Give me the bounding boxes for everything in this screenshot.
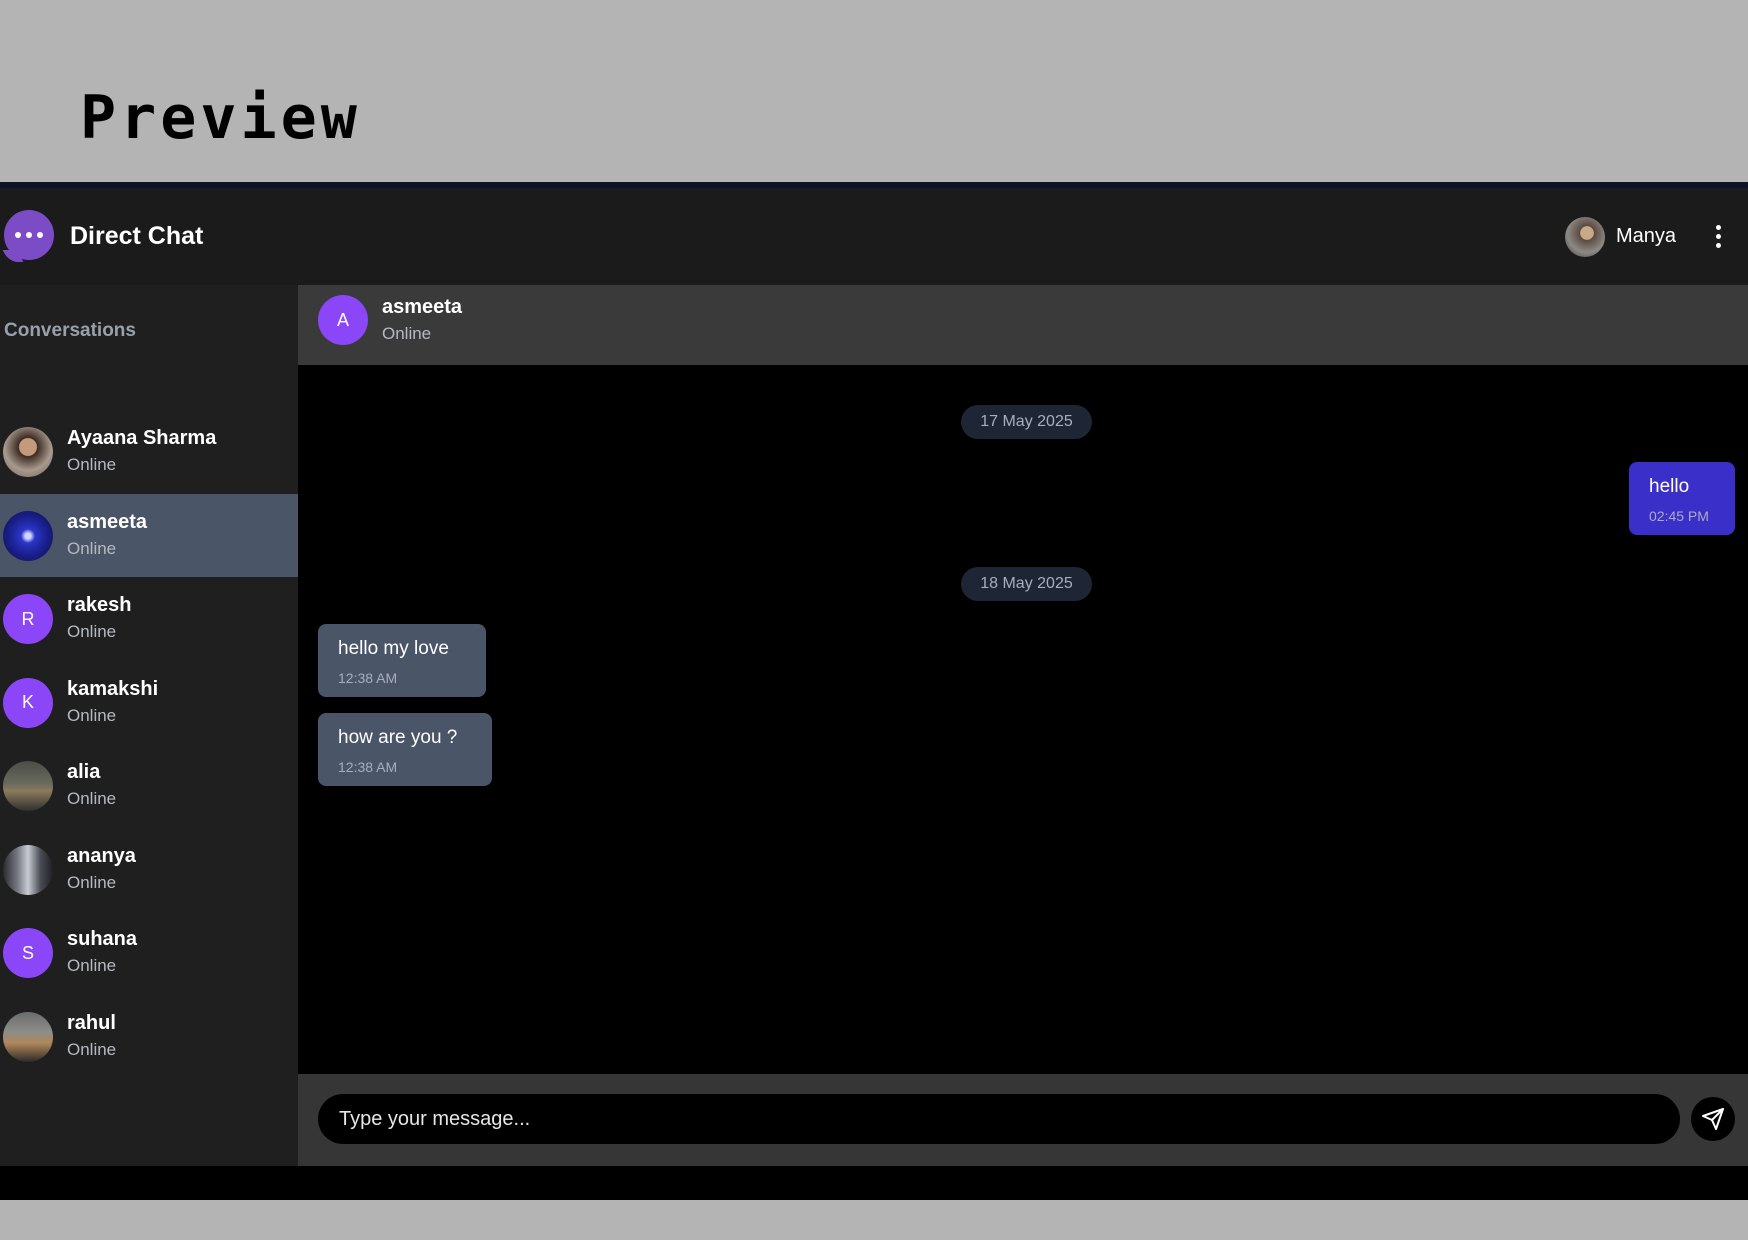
conversation-item[interactable]: K kamakshi Online — [0, 661, 298, 745]
avatar: R — [3, 594, 53, 644]
avatar — [3, 1011, 53, 1062]
avatar — [3, 844, 53, 895]
conversation-name: kamakshi — [67, 677, 159, 700]
avatar — [3, 510, 53, 561]
avatar — [3, 761, 53, 811]
message-time: 02:45 PM — [1649, 508, 1709, 524]
chat-app: Direct Chat Manya Conversations Ayaana S… — [0, 182, 1748, 1200]
send-button[interactable] — [1691, 1097, 1735, 1141]
conversation-name: suhana — [67, 928, 138, 950]
conversation-status: Online — [67, 872, 117, 892]
message-time: 12:38 AM — [338, 759, 398, 775]
preview-banner: Preview — [0, 0, 1748, 182]
avatar[interactable]: A — [318, 295, 368, 345]
app-title: Direct Chat — [70, 222, 204, 250]
conversation-name: Ayaana Sharma — [67, 427, 217, 449]
chat-contact-status: Online — [382, 324, 432, 343]
message-bubble-incoming: how are you ? 12:38 AM — [318, 713, 492, 786]
conversation-status: Online — [67, 622, 117, 641]
conversation-status: Online — [67, 455, 117, 474]
message-bubble-incoming: hello my love 12:38 AM — [318, 624, 486, 697]
conversation-name: rakesh — [67, 594, 132, 616]
message-time: 12:38 AM — [338, 670, 398, 686]
conversation-list: Ayaana Sharma Online asmeeta Online R ra… — [0, 410, 298, 1078]
chat-header: A asmeeta Online — [298, 285, 1748, 365]
message-text: hello my love — [338, 638, 449, 659]
conversation-name: ananya — [67, 844, 136, 867]
kebab-menu-icon[interactable] — [1708, 218, 1728, 254]
conversations-sidebar: Conversations Ayaana Sharma Online asmee… — [0, 285, 298, 1166]
message-composer — [298, 1074, 1748, 1166]
date-separator: 17 May 2025 — [961, 405, 1092, 439]
send-icon — [1702, 1108, 1724, 1130]
conversation-name: rahul — [67, 1011, 116, 1034]
conversation-status: Online — [67, 956, 117, 975]
conversation-status: Online — [67, 789, 117, 808]
avatar: K — [3, 677, 53, 728]
conversation-item[interactable]: rahul Online — [0, 995, 298, 1079]
message-text: hello — [1649, 476, 1690, 497]
message-input[interactable] — [318, 1094, 1680, 1144]
conversation-item[interactable]: Ayaana Sharma Online — [0, 410, 298, 494]
message-bubble-outgoing: hello 02:45 PM — [1629, 462, 1735, 535]
conversation-name: alia — [67, 761, 101, 783]
app-footer-bar — [0, 1166, 1748, 1200]
conversation-item[interactable]: S suhana Online — [0, 911, 298, 995]
conversation-item[interactable]: R rakesh Online — [0, 577, 298, 661]
avatar: S — [3, 928, 53, 978]
preview-title: Preview — [80, 83, 361, 153]
message-text: how are you ? — [338, 727, 458, 748]
app-header: Direct Chat Manya — [0, 188, 1748, 285]
date-separator: 18 May 2025 — [961, 567, 1092, 601]
sidebar-heading: Conversations — [4, 320, 136, 341]
conversation-status: Online — [67, 1039, 117, 1059]
conversation-item[interactable]: alia Online — [0, 744, 298, 828]
conversation-status: Online — [67, 538, 117, 558]
chat-contact-name: asmeeta — [382, 296, 463, 318]
avatar — [3, 427, 53, 477]
conversation-status: Online — [67, 705, 117, 725]
chat-panel: A asmeeta Online 17 May 2025 hello 02:45… — [298, 285, 1748, 1166]
chat-bubble-icon — [4, 210, 54, 260]
conversation-name: asmeeta — [67, 510, 148, 533]
user-avatar[interactable] — [1565, 217, 1605, 257]
conversation-item-active[interactable]: asmeeta Online — [0, 493, 298, 577]
user-name[interactable]: Manya — [1616, 225, 1676, 248]
conversation-item[interactable]: ananya Online — [0, 828, 298, 912]
